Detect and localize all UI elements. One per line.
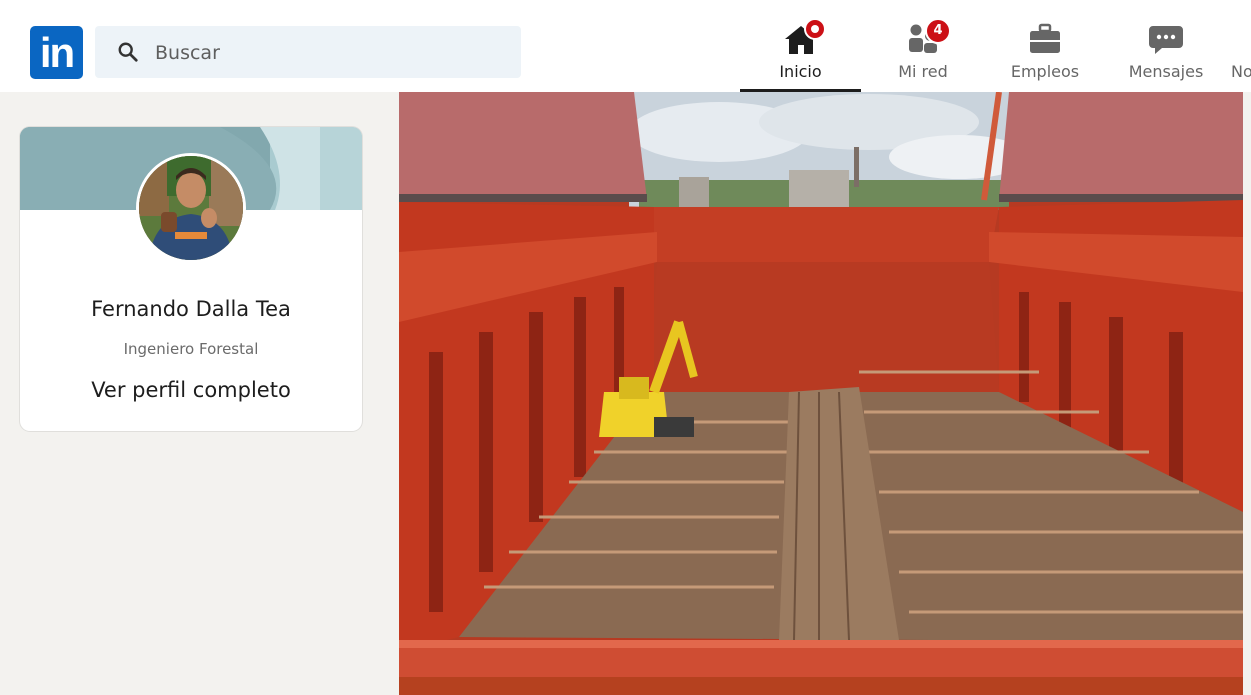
nav-item-network[interactable]: 4 Mi red (880, 18, 966, 92)
nav-item-home[interactable]: Inicio (740, 18, 861, 92)
chat-icon (1149, 26, 1183, 54)
view-full-profile-link[interactable]: Ver perfil completo (20, 378, 362, 402)
profile-headline: Ingeniero Forestal (123, 340, 259, 358)
briefcase-icon (1030, 23, 1060, 53)
nav-item-notifications[interactable]: No (1231, 20, 1251, 92)
top-nav-bar: in Inicio 4 Mi red (0, 0, 1251, 92)
nav-label-jobs: Empleos (1010, 62, 1080, 81)
nav-label-messages: Mensajes (1128, 62, 1204, 81)
nav-label-home: Inicio (779, 62, 822, 81)
home-notification-dot (804, 18, 826, 40)
linkedin-logo[interactable]: in (30, 26, 83, 79)
nav-label-notifications: No (1231, 62, 1251, 81)
nav-label-network: Mi red (898, 62, 948, 81)
network-badge: 4 (925, 18, 951, 44)
avatar[interactable] (136, 153, 246, 263)
search-input[interactable] (153, 34, 507, 72)
post-image[interactable] (399, 92, 1243, 695)
search-box[interactable] (95, 26, 521, 78)
ship-hold-logs-photo (399, 92, 1243, 695)
search-icon (118, 42, 138, 62)
nav-item-messages[interactable]: Mensajes (1124, 20, 1208, 92)
profile-name[interactable]: Fernando Dalla Tea (20, 297, 362, 321)
profile-card: Fernando Dalla Tea Ingeniero Forestal Ve… (20, 127, 362, 431)
nav-item-jobs[interactable]: Empleos (1004, 20, 1086, 92)
avatar-photo (139, 156, 243, 260)
